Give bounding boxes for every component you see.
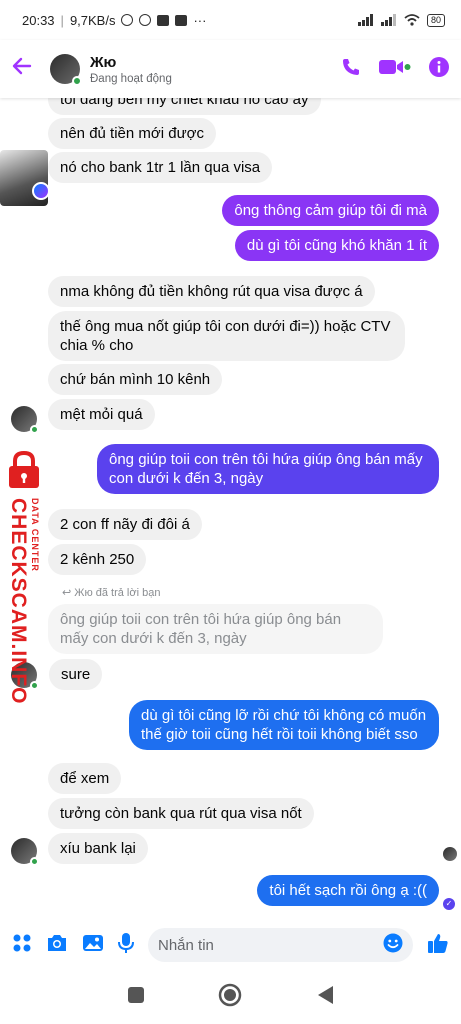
battery-indicator: 80 bbox=[426, 13, 445, 27]
message-outgoing[interactable]: tôi hết sạch rồi ông ạ :(( bbox=[257, 875, 439, 906]
watermark-sub: DATA CENTER bbox=[30, 498, 40, 572]
reply-label-text: Жю đã trả lời bạn bbox=[74, 587, 161, 599]
message-incoming[interactable]: tôi đang bên my chiết khấu nó cao ấy bbox=[48, 98, 321, 115]
online-indicator bbox=[30, 425, 39, 434]
messenger-icon bbox=[32, 182, 50, 200]
message-incoming[interactable]: 2 con ff nãy đi đôi á bbox=[48, 509, 202, 540]
reply-arrow-icon: ↩ bbox=[62, 587, 75, 599]
message-incoming[interactable]: sure bbox=[48, 658, 104, 691]
contact-avatar[interactable] bbox=[50, 54, 82, 86]
status-bar: 20:33 | 9,7KB/s ··· 80 bbox=[0, 0, 461, 40]
chat-header: Жю Đang hoạt động bbox=[0, 40, 461, 98]
message-incoming[interactable]: thế ông mua nốt giúp tôi con dưới đi=)) … bbox=[48, 311, 405, 361]
message-incoming[interactable]: nên đủ tiền mới được bbox=[48, 118, 216, 149]
back-arrow-icon[interactable] bbox=[12, 55, 40, 83]
watermark-main: CHECKSCAM.INFO bbox=[7, 498, 30, 705]
wifi-icon bbox=[404, 14, 420, 26]
home-button[interactable] bbox=[218, 983, 242, 1012]
message-input-wrapper[interactable] bbox=[148, 928, 413, 962]
quoted-message[interactable]: ông giúp toii con trên tôi hứa giúp ông … bbox=[48, 604, 383, 654]
contact-avatar-small[interactable] bbox=[11, 838, 39, 866]
online-indicator bbox=[30, 857, 39, 866]
message-outgoing[interactable]: dù gì tôi cũng khó khăn 1 ít bbox=[234, 230, 439, 261]
apps-icon[interactable] bbox=[12, 933, 32, 958]
signal-icon bbox=[357, 14, 373, 26]
message-outgoing[interactable]: ông thông cảm giúp tôi đi mà bbox=[222, 195, 439, 226]
message-incoming[interactable]: chứ bán mình 10 kênh bbox=[48, 364, 223, 395]
online-indicator bbox=[72, 76, 82, 86]
message-outgoing[interactable]: dù gì tôi cũng lỡ rồi chứ tôi không có m… bbox=[129, 700, 439, 750]
contact-status: Đang hoạt động bbox=[90, 72, 172, 85]
back-nav-button[interactable] bbox=[316, 985, 334, 1010]
chat-head-thumbnail[interactable] bbox=[0, 150, 50, 206]
zalo-icon-2 bbox=[175, 14, 188, 26]
more-notifications: ··· bbox=[193, 12, 207, 28]
status-speed: 9,7KB/s bbox=[69, 12, 116, 28]
video-icon[interactable] bbox=[379, 58, 411, 81]
phone-icon[interactable] bbox=[341, 57, 361, 82]
message-incoming[interactable]: tưởng còn bank qua rút qua visa nốt bbox=[48, 798, 314, 829]
reply-indicator: ↩ Жю đã trả lời bạn bbox=[62, 586, 160, 599]
contact-avatar-small[interactable] bbox=[11, 406, 39, 434]
status-time: 20:33 bbox=[22, 12, 55, 28]
gallery-icon[interactable] bbox=[82, 933, 104, 958]
camera-icon[interactable] bbox=[46, 933, 68, 958]
messenger-status-icon bbox=[139, 14, 152, 26]
message-incoming[interactable]: để xem bbox=[48, 763, 122, 794]
message-incoming[interactable]: nó cho bank 1tr 1 lần qua visa bbox=[48, 152, 273, 183]
seen-avatar bbox=[443, 847, 457, 861]
message-outgoing[interactable]: ông giúp toii con trên tôi hứa giúp ông … bbox=[97, 444, 439, 494]
message-incoming[interactable]: nma không đủ tiền không rút qua visa đượ… bbox=[48, 276, 375, 307]
composer-bar bbox=[0, 920, 461, 970]
system-nav-bar bbox=[0, 970, 461, 1024]
contact-name[interactable]: Жю bbox=[90, 54, 172, 71]
like-icon[interactable] bbox=[427, 932, 449, 959]
message-incoming[interactable]: mệt mỏi quá bbox=[48, 399, 155, 430]
message-incoming[interactable]: 2 kênh 250 bbox=[48, 544, 147, 575]
zalo-icon bbox=[157, 14, 170, 26]
message-list[interactable]: tôi đang bên my chiết khấu nó cao ấy nên… bbox=[0, 98, 461, 920]
info-icon[interactable] bbox=[429, 56, 449, 82]
message-incoming[interactable]: xíu bank lại bbox=[48, 833, 148, 864]
lock-icon bbox=[9, 450, 39, 488]
emoji-icon[interactable] bbox=[383, 933, 403, 958]
alarm-icon bbox=[121, 14, 134, 26]
delivered-check-icon: ✓ bbox=[443, 898, 455, 910]
watermark: CHECKSCAM.INFO DATA CENTER bbox=[2, 450, 48, 705]
mic-icon[interactable] bbox=[118, 932, 134, 959]
recents-button[interactable] bbox=[127, 986, 145, 1009]
message-input[interactable] bbox=[158, 936, 383, 954]
signal-icon-2 bbox=[380, 14, 396, 26]
